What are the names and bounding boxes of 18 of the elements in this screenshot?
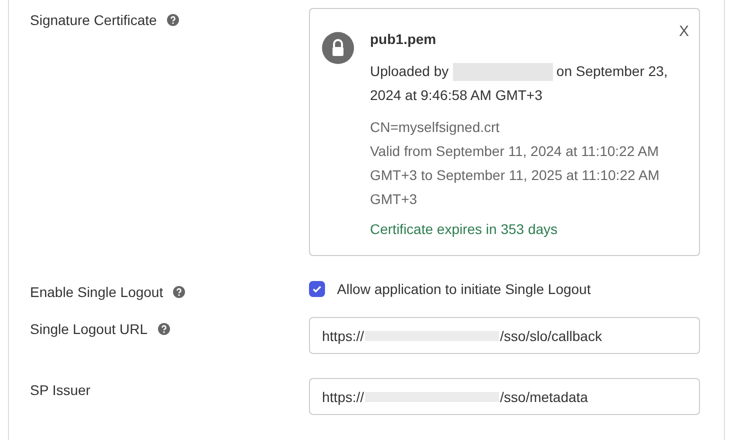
url-field[interactable]: https:// /sso/slo/callback — [309, 317, 700, 354]
lock-icon — [322, 32, 354, 64]
expiry-text: Certificate expires in 353 days — [370, 220, 559, 239]
field-label: SP Issuer — [30, 382, 90, 398]
file-name: pub1.pem — [370, 30, 438, 49]
upload-text: Uploaded by on September 23, 2024 at 9:46:58 AM GMT+3 — [370, 62, 669, 105]
certificate-detail: CN=myselfsigned.crt — [370, 118, 501, 137]
url-field[interactable]: https:// /sso/metadata — [309, 378, 700, 415]
help-icon[interactable] — [173, 286, 186, 298]
field-label: Single Logout URL — [30, 321, 148, 337]
help-icon[interactable] — [158, 323, 170, 335]
field-label: Signature Certificate — [30, 12, 157, 28]
close-button[interactable]: X — [678, 23, 689, 40]
help-icon[interactable] — [166, 14, 179, 26]
field-label: Enable Single Logout — [30, 284, 164, 300]
checkbox-label[interactable]: Allow application to initiate Single Logout — [337, 281, 591, 297]
checkbox[interactable] — [309, 281, 325, 297]
certificate-detail: Valid from September 11, 2024 at 11:10:22 AM GMT+3 to September 11, 2025 at 11:10:22 AM GMT+3 — [370, 142, 660, 209]
